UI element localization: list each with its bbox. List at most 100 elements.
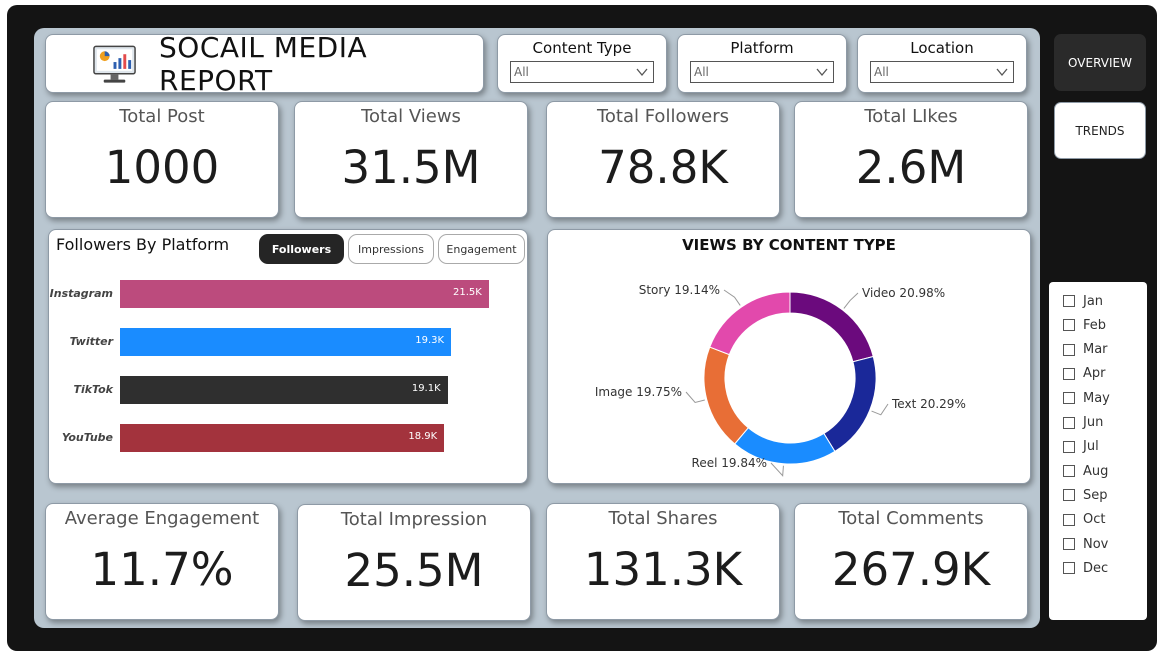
bar-instagram[interactable]: 21.5K <box>120 280 489 308</box>
checkbox[interactable] <box>1063 513 1075 526</box>
filter-label: Platform <box>730 39 794 57</box>
month-option[interactable]: Dec <box>1063 558 1108 578</box>
checkbox[interactable] <box>1063 367 1075 380</box>
filter-label: Content Type <box>532 39 632 57</box>
kpi-value: 11.7% <box>90 543 234 596</box>
kpi-value: 131.3K <box>583 543 743 596</box>
month-option[interactable]: Jun <box>1063 413 1103 433</box>
leader-line <box>843 292 859 309</box>
kpi-label: Total Comments <box>838 508 984 529</box>
kpi-label: Total Post <box>119 106 205 127</box>
location-dropdown[interactable]: All <box>870 61 1014 83</box>
followers-by-platform-card: Followers By Platform Followers Impressi… <box>48 229 528 484</box>
month-option[interactable]: Aug <box>1063 461 1108 481</box>
month-option[interactable]: Jul <box>1063 437 1099 457</box>
platform-filter[interactable]: Platform All <box>677 34 847 93</box>
month-label: May <box>1083 390 1110 406</box>
month-option[interactable]: Feb <box>1063 315 1106 335</box>
kpi-card-total-comments: Total Comments 267.9K <box>794 503 1028 620</box>
slice-story[interactable] <box>709 291 791 356</box>
bar-tiktok[interactable]: 19.1K <box>120 376 448 404</box>
month-label: Jul <box>1083 439 1099 455</box>
leader-line <box>685 391 705 404</box>
checkbox[interactable] <box>1063 440 1075 453</box>
month-label: Feb <box>1083 317 1107 333</box>
checkbox[interactable] <box>1063 489 1075 502</box>
data-label: 19.1K <box>411 383 441 394</box>
kpi-value: 78.8K <box>598 141 728 194</box>
bar-chart: Instagram 21.5K Twitter 19.3K TikTok 19.1K You… <box>49 230 529 485</box>
kpi-label: Total Views <box>361 106 461 127</box>
kpi-card-total-followers: Total Followers 78.8K <box>546 101 780 218</box>
checkbox[interactable] <box>1063 562 1075 575</box>
month-slicer: Jan Feb Mar Apr May Jun Jul Aug Sep Oct Nov Dec <box>1049 282 1147 620</box>
slice-label: Text 20.29% <box>891 397 966 411</box>
month-option[interactable]: Mar <box>1063 340 1108 360</box>
kpi-value: 31.5M <box>341 141 481 194</box>
kpi-label: Total Impression <box>340 509 488 530</box>
checkbox[interactable] <box>1063 295 1075 307</box>
month-label: Oct <box>1083 512 1106 528</box>
slice-label: Story 19.14% <box>639 283 720 297</box>
slice-label: Video 20.98% <box>862 286 945 300</box>
kpi-card-total-shares: Total Shares 131.3K <box>546 503 780 620</box>
slice-video[interactable] <box>789 291 874 363</box>
checkbox[interactable] <box>1063 319 1075 332</box>
kpi-value: 267.9K <box>831 543 991 596</box>
month-label: Sep <box>1083 487 1108 503</box>
month-option[interactable]: Apr <box>1063 364 1106 384</box>
kpi-label: Total Shares <box>608 508 718 529</box>
slice-image[interactable] <box>703 346 749 445</box>
content-type-filter[interactable]: Content Type All <box>497 34 667 93</box>
data-label: 19.3K <box>415 335 445 346</box>
kpi-value: 2.6M <box>855 141 967 194</box>
content-type-dropdown[interactable]: All <box>510 61 654 83</box>
month-label: Jun <box>1083 415 1104 430</box>
month-label: Apr <box>1083 366 1106 382</box>
month-option[interactable]: May <box>1063 388 1110 408</box>
category-label: TikTok <box>73 383 113 396</box>
trends-button[interactable]: TRENDS <box>1054 102 1146 159</box>
chevron-down-icon <box>816 68 828 77</box>
platform-dropdown[interactable]: All <box>690 61 834 83</box>
checkbox[interactable] <box>1063 343 1075 356</box>
location-filter[interactable]: Location All <box>857 34 1027 93</box>
donut-chart: Video 20.98% Text 20.29% Reel 19.84% Image … <box>595 283 966 477</box>
kpi-label: Total LIkes <box>864 106 958 127</box>
chevron-down-icon <box>996 68 1008 77</box>
month-option[interactable]: Nov <box>1063 534 1108 554</box>
data-label: 18.9K <box>408 431 438 442</box>
dropdown-value: All <box>694 65 709 79</box>
bar-twitter[interactable]: 19.3K <box>120 328 452 356</box>
month-label: Jan <box>1083 293 1104 309</box>
category-label: Instagram <box>49 287 113 300</box>
dropdown-value: All <box>874 65 889 79</box>
kpi-label: Total Followers <box>596 106 730 127</box>
slice-label: Reel 19.84% <box>692 456 767 470</box>
checkbox[interactable] <box>1063 392 1075 405</box>
chevron-down-icon <box>636 68 648 77</box>
kpi-label: Average Engagement <box>64 508 260 529</box>
kpi-card-total-views: Total Views 31.5M <box>294 101 528 218</box>
page-title: SOCAIL MEDIA REPORT <box>159 30 368 97</box>
checkbox[interactable] <box>1063 416 1075 429</box>
bar-youtube[interactable]: 18.9K <box>120 424 445 452</box>
leader-line <box>770 462 784 477</box>
slice-text[interactable] <box>823 355 877 453</box>
month-label: Dec <box>1083 560 1109 576</box>
checkbox[interactable] <box>1063 538 1075 550</box>
monitor-chart-icon <box>93 45 136 83</box>
checkbox[interactable] <box>1063 465 1075 478</box>
data-label: 21.5K <box>453 287 482 298</box>
filter-label: Location <box>910 39 974 57</box>
month-option[interactable]: Jan <box>1063 291 1103 311</box>
overview-button[interactable]: OVERVIEW <box>1054 34 1146 91</box>
month-option[interactable]: Sep <box>1063 485 1108 505</box>
category-label: YouTube <box>61 431 113 444</box>
kpi-card-total-impression: Total Impression 25.5M <box>297 504 531 621</box>
month-option[interactable]: Oct <box>1063 510 1105 530</box>
dropdown-value: All <box>514 65 529 79</box>
views-by-content-type-card: VIEWS BY CONTENT TYPE Video 20.98% Text 2… <box>547 229 1031 484</box>
slice-label: Image 19.75% <box>595 385 682 399</box>
kpi-card-total-likes: Total LIkes 2.6M <box>794 101 1028 218</box>
